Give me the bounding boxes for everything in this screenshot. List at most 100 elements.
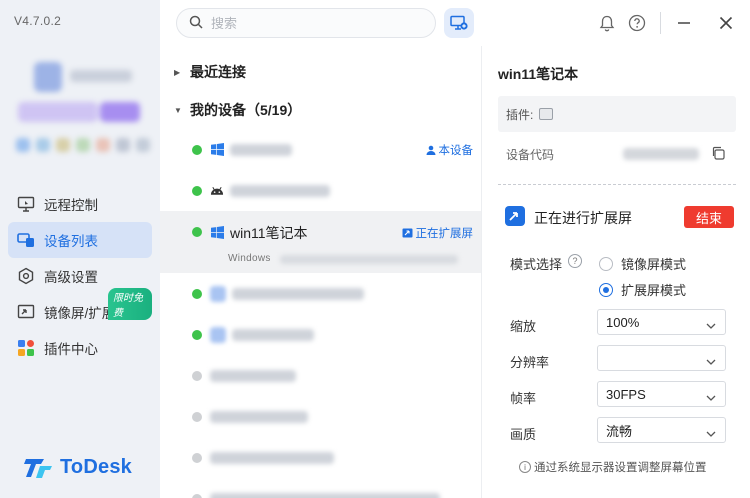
resolution-select[interactable]	[597, 345, 726, 371]
framerate-select[interactable]: 30FPS	[597, 381, 726, 407]
add-device-button[interactable]	[444, 8, 474, 38]
device-list-icon	[16, 230, 36, 250]
device-os-label: Windows	[228, 253, 271, 264]
chevron-down-icon: ▼	[174, 105, 182, 115]
device-row[interactable]	[160, 314, 481, 355]
extending-label: 正在扩展屏	[415, 228, 474, 240]
user-name-blurred	[70, 70, 132, 82]
sidebar-item-device-list[interactable]: 设备列表	[8, 222, 152, 258]
search-input[interactable]	[211, 15, 411, 31]
chevron-down-icon	[706, 318, 716, 333]
display-settings-tip[interactable]: i 通过系统显示器设置调整屏幕位置	[519, 459, 707, 475]
device-name-blurred	[232, 328, 314, 341]
sidebar-nav: 远程控制 设备列表 高级设置 镜像屏/扩展屏 限时免费 插件中心	[8, 186, 152, 366]
this-device-label: 本设备	[438, 144, 474, 157]
help-icon[interactable]	[626, 12, 648, 34]
radio-button-checked[interactable]	[599, 282, 613, 297]
device-code-label: 设备代码	[506, 148, 555, 162]
online-status-dot	[192, 329, 202, 340]
sidebar: V4.7.0.2 远程控制 设备列表 高级设置 镜像屏/扩展屏 限时免费 插件中…	[0, 0, 160, 498]
top-bar	[160, 0, 750, 46]
device-row[interactable]	[160, 170, 481, 211]
close-icon[interactable]	[715, 12, 737, 34]
extend-screen-icon	[402, 228, 413, 238]
online-status-dot	[192, 144, 202, 155]
radio-mirror-mode[interactable]: 镜像屏模式	[599, 254, 686, 273]
windows-icon	[210, 225, 224, 239]
mode-label: 模式选择	[510, 257, 563, 272]
group-label: 最近连接	[190, 64, 246, 80]
extend-status-text: 正在进行扩展屏	[534, 210, 632, 226]
copy-icon[interactable]	[711, 146, 725, 163]
device-row[interactable]	[160, 273, 481, 314]
online-status-dot	[192, 227, 202, 237]
question-icon[interactable]: ?	[568, 254, 582, 268]
offline-status-dot	[192, 452, 202, 463]
user-icon	[426, 145, 436, 155]
chevron-right-icon: ▶	[174, 67, 181, 77]
end-button[interactable]: 结束	[684, 206, 734, 228]
select-value: 流畅	[606, 423, 633, 439]
sidebar-item-plugin-center[interactable]: 插件中心	[8, 330, 152, 366]
todesk-logo: ToDesk	[24, 456, 132, 479]
device-row-selected[interactable]: win11笔记本 正在扩展屏 Windows	[160, 211, 481, 273]
device-name-blurred	[210, 369, 296, 382]
device-row[interactable]	[160, 396, 481, 437]
device-row[interactable]	[160, 478, 481, 498]
sidebar-item-mirror-extend[interactable]: 镜像屏/扩展屏 限时免费	[8, 288, 152, 330]
sidebar-item-label: 插件中心	[44, 342, 98, 357]
toolbar-divider	[660, 12, 661, 34]
device-code-blurred	[623, 148, 699, 160]
radio-button[interactable]	[599, 256, 613, 271]
group-recent-connections[interactable]: ▶ 最近连接	[160, 53, 481, 91]
select-value: 30FPS	[606, 386, 646, 402]
device-icon-blurred	[210, 326, 226, 343]
sidebar-item-label: 远程控制	[44, 198, 98, 213]
user-profile-card[interactable]	[12, 56, 150, 160]
framerate-label: 帧率	[510, 391, 537, 406]
quality-select[interactable]: 流畅	[597, 417, 726, 443]
device-row[interactable]	[160, 437, 481, 478]
group-my-devices[interactable]: ▼ 我的设备（5/19）	[160, 91, 481, 129]
user-quick-icons	[16, 138, 150, 152]
info-icon: i	[519, 461, 531, 473]
scale-select[interactable]: 100%	[597, 309, 726, 335]
bell-icon[interactable]	[596, 12, 618, 34]
app-version: V4.7.0.2	[14, 14, 62, 28]
section-divider	[498, 184, 736, 185]
tip-text: 通过系统显示器设置调整屏幕位置	[534, 462, 707, 474]
radio-extend-mode[interactable]: 扩展屏模式	[599, 280, 686, 299]
device-list: ▶ 最近连接 ▼ 我的设备（5/19） 本设备 win11笔记本 正在扩展屏 W…	[160, 46, 482, 498]
plugin-label: 插件:	[506, 107, 534, 122]
chevron-down-icon	[706, 354, 716, 369]
extend-screen-icon	[505, 206, 525, 226]
upgrade-button-blurred	[100, 102, 140, 122]
this-device-tag: 本设备	[426, 142, 474, 158]
radio-label: 镜像屏模式	[621, 257, 687, 272]
device-row[interactable]: 本设备	[160, 129, 481, 170]
android-icon	[210, 184, 224, 198]
todesk-logo-icon	[24, 458, 52, 478]
online-status-dot	[192, 185, 202, 196]
offline-status-dot	[192, 493, 202, 498]
minimize-icon[interactable]	[673, 12, 695, 34]
resolution-label: 分辨率	[510, 355, 550, 370]
device-name-blurred	[210, 451, 334, 464]
vip-banner-blurred	[18, 102, 98, 122]
device-name: win11笔记本	[230, 225, 308, 241]
search-box[interactable]	[176, 8, 436, 38]
scale-label: 缩放	[510, 319, 537, 334]
device-name-blurred	[232, 287, 364, 300]
plugin-icon[interactable]	[539, 108, 554, 120]
add-device-icon	[450, 15, 468, 30]
device-detail-blurred	[280, 255, 458, 264]
search-icon	[189, 15, 203, 32]
device-detail-panel: win11笔记本 插件: 设备代码 正在进行扩展屏 结束 模式选择 ? 镜像屏模…	[483, 46, 750, 498]
sidebar-item-label: 设备列表	[44, 234, 98, 249]
logo-text: ToDesk	[60, 456, 132, 478]
device-row[interactable]	[160, 355, 481, 396]
windows-icon	[210, 143, 224, 157]
sidebar-item-remote-control[interactable]: 远程控制	[8, 186, 152, 222]
plugin-row: 插件:	[498, 96, 736, 132]
sidebar-item-label: 高级设置	[44, 270, 98, 285]
